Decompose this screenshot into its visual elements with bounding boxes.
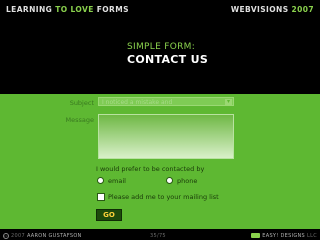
message-textarea[interactable] <box>98 114 234 159</box>
slide-header: LEARNING TO LOVE FORMS WEBVISIONS 2007 <box>0 0 320 18</box>
email-option-label: email <box>108 177 126 185</box>
slide-subtitle: SIMPLE FORM: <box>127 42 196 52</box>
slide-footer: cc 2007 AARON GUSTAFSON 35/75 EASY! DESI… <box>0 231 320 240</box>
subject-label: Subject <box>69 99 94 107</box>
page-number: 35/75 <box>150 232 166 239</box>
contact-preference-prompt: I would prefer to be contacted by <box>96 165 205 173</box>
phone-radio[interactable] <box>166 177 173 184</box>
event-year: 2007 <box>291 4 314 14</box>
mailing-list-label: Please add me to your mailing list <box>108 193 219 201</box>
mailing-list-checkbox[interactable] <box>97 193 105 201</box>
subject-select[interactable]: I noticed a mistake and ▾ <box>98 97 234 106</box>
footer-company: EASY! DESIGNS LLC <box>251 233 317 239</box>
creative-commons-icon: cc <box>3 232 9 239</box>
email-radio[interactable] <box>97 177 104 184</box>
footer-author: AARON GUSTAFSON <box>26 232 82 239</box>
message-label: Message <box>65 116 95 124</box>
footer-credit: cc 2007 AARON GUSTAFSON <box>3 232 82 239</box>
company-name: EASY! DESIGNS <box>262 232 306 239</box>
title-highlight: TO LOVE <box>55 4 94 14</box>
presentation-title: LEARNING TO LOVE FORMS <box>6 5 129 14</box>
chevron-down-icon: ▾ <box>225 98 232 105</box>
event-name: WEBVISIONS <box>230 4 292 14</box>
company-logo-icon <box>251 233 261 238</box>
go-button[interactable]: GO <box>96 209 122 221</box>
footer-year: 2007 <box>11 232 25 239</box>
slide-heading: SIMPLE FORM: CONTACT US <box>127 42 208 66</box>
title-part: LEARNING <box>6 4 56 14</box>
phone-option-label: phone <box>177 177 198 185</box>
subject-select-value: I noticed a mistake and <box>102 99 173 106</box>
title-part: FORMS <box>93 4 129 14</box>
event-title: WEBVISIONS 2007 <box>231 5 314 14</box>
slide-title: CONTACT US <box>127 53 209 66</box>
company-suffix: LLC <box>307 232 317 239</box>
